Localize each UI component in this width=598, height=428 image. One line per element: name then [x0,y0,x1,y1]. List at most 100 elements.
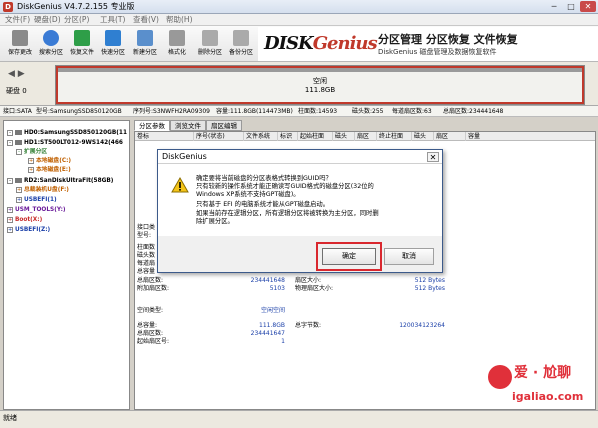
detail-physical-sector-label: 物理扇区大小: [295,285,334,292]
expand-icon[interactable]: + [16,196,22,203]
expand-icon[interactable]: + [7,226,13,233]
tree-item-c[interactable]: + 本地磁盘(C:) [28,157,71,165]
detail-total-cap-value: 111.8GB [259,322,285,329]
tree-item-usm-tools[interactable]: + USM_TOOLS(Y:) [7,206,66,214]
tree-label: 本地磁盘(E:) [36,167,71,173]
tree-item-e[interactable]: + 本地磁盘(E:) [28,166,71,174]
tree-item-hd1[interactable]: - HD1:ST500LT012-9WS142(466 [7,139,123,147]
tree-item-usbefi1[interactable]: + USBEFI(1) [16,196,57,204]
menu-tools[interactable]: 工具(T) [100,15,125,25]
detail-total-bytes-value: 120034123264 [399,322,445,329]
app-logo-icon: D [3,2,13,12]
free-space-size: 111.8GB [304,86,336,94]
info-serial: 序列号:S3NWFH2RA09309 [133,108,210,115]
menu-disk[interactable]: 硬盘(D) [34,15,61,25]
status-text: 就绪 [3,414,17,422]
expand-icon[interactable]: + [16,186,22,193]
col-end-cyl[interactable]: 终止柱面 [376,132,403,141]
tree-item-hd0[interactable]: - HD0:SamsungSSD850120GB(11 [7,129,127,137]
col-index[interactable]: 序号(状态) [193,132,225,141]
disk-info-bar: 接口:SATA 型号:SamsungSSD850120GB 序列号:S3NWFH… [0,106,598,117]
dialog-message-line: 确定要将当前磁盘的分区表格式转换到GUID吗？ [196,175,332,182]
new-partition-button[interactable]: 新建分区 [131,28,159,60]
format-button[interactable]: 格式化 [163,28,191,60]
menu-file[interactable]: 文件(F) [5,15,30,25]
detail-physical-sector-value: 512 Bytes [414,285,445,292]
quick-partition-icon [105,30,121,46]
disk-label: 硬盘 0 [6,87,27,95]
tree-label: Boot(X:) [15,217,43,223]
info-model: 型号:SamsungSSD850120GB [36,108,122,115]
detail-start-sector-label: 起始扇区号: [137,338,170,345]
close-window-button[interactable]: ✕ [580,1,596,12]
col-start-sector[interactable]: 扇区 [354,132,369,141]
quick-partition-label: 快速分区 [100,49,125,56]
menu-view[interactable]: 查看(V) [133,15,159,25]
tab-partition-params[interactable]: 分区参数 [134,120,170,131]
maximize-button[interactable]: □ [563,1,579,12]
menu-help[interactable]: 帮助(H) [166,15,193,25]
free-space-bar-header [58,68,582,72]
info-cylinders: 柱面数:14593 [298,108,338,115]
disk-icon [15,130,22,135]
info-total-sectors: 总扇区数:234441648 [443,108,504,115]
tree-item-usbefi-z[interactable]: + USBEFI(Z:) [7,226,50,234]
detail-capacity-label: 总容量 [137,268,156,275]
detail-model-label: 型号: [137,232,152,239]
tree-item-rd2[interactable]: - RD2:SanDiskUltraFit(58GB) [7,177,113,185]
quick-partition-button[interactable]: 快速分区 [99,28,127,60]
col-filesystem[interactable]: 文件系统 [243,132,270,141]
detail-cylinders-label: 柱面数 [137,244,156,251]
col-start-head[interactable]: 磁头 [332,132,347,141]
cancel-button[interactable]: 取消 [384,248,434,265]
col-capacity[interactable]: 容量 [465,132,480,141]
tab-browse-files[interactable]: 浏览文件 [170,120,206,131]
col-flag[interactable]: 标识 [277,132,292,141]
detail-sector-size-label: 扇区大小: [295,277,322,284]
dialog-message-line: Windows XP系统不支持GPT磁盘)。 [196,191,300,198]
window-title: DiskGenius V4.7.2.155 专业版 [17,2,135,11]
tab-sector-editor[interactable]: 扇区编辑 [206,120,242,131]
save-changes-button[interactable]: 保存更改 [6,28,34,60]
dialog-message-line: 如果当前存在逻辑分区，所有逻辑分区将被转换为主分区，同时删 [196,210,379,217]
dialog-title: DiskGenius [162,152,207,161]
detail-spt-label: 每道扇 [137,260,156,267]
detail-total-sectors-label: 总扇区数: [137,277,164,284]
format-icon [169,30,185,46]
menu-partition[interactable]: 分区(P) [64,15,89,25]
ok-button[interactable]: 确定 [322,248,376,265]
detail-sector-count-value: 234441647 [250,330,285,337]
col-label[interactable]: 卷标 [135,132,149,141]
col-start-cyl[interactable]: 起始柱面 [297,132,324,141]
tree-item-extended[interactable]: - 扩展分区 [16,148,47,156]
search-partition-button[interactable]: 搜索分区 [37,28,65,60]
tree-label: HD1:ST500LT012-9WS142(466 [24,140,123,146]
expand-icon[interactable]: - [7,129,13,136]
tree-label: USBEFI(Z:) [15,227,51,233]
minimize-button[interactable]: ─ [546,1,562,12]
detail-total-sectors-value: 234441648 [250,277,285,284]
expand-icon[interactable]: - [16,148,22,155]
expand-icon[interactable]: - [7,139,13,146]
tree-item-f[interactable]: + 总裁装机U盘(F:) [16,186,69,194]
info-sectors: 每道扇区数:63 [392,108,432,115]
detail-start-sector-value: 1 [281,338,285,345]
dialog-close-button[interactable]: ✕ [427,152,439,162]
expand-icon[interactable]: + [28,157,34,164]
detail-total-bytes-label: 总字节数: [295,322,322,329]
new-partition-icon [137,30,153,46]
col-end-head[interactable]: 磁头 [411,132,426,141]
backup-partition-label: 备份分区 [228,49,253,56]
backup-partition-button[interactable]: 备份分区 [227,28,255,60]
expand-icon[interactable]: - [7,177,13,184]
format-label: 格式化 [167,49,186,56]
tree-item-boot[interactable]: + Boot(X:) [7,216,42,224]
disk-nav-arrows[interactable]: ◀ ▶ [8,69,25,79]
expand-icon[interactable]: + [7,216,13,223]
recover-file-button[interactable]: 恢复文件 [68,28,96,60]
tree-label: 扩展分区 [24,149,48,155]
delete-partition-button[interactable]: 删除分区 [196,28,224,60]
expand-icon[interactable]: + [28,166,34,173]
col-end-sector[interactable]: 扇区 [433,132,448,141]
expand-icon[interactable]: + [7,206,13,213]
